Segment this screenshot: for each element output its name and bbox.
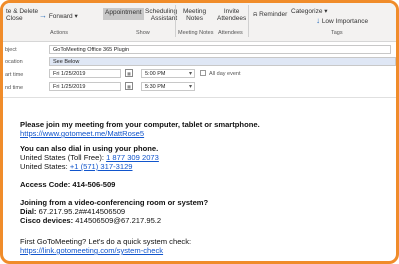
dial-heading: You can also dial in using your phone. [20,144,159,153]
attendees-label: Attendees [217,15,247,22]
subject-input[interactable]: GoToMeeting Office 365 Plugin [49,45,391,54]
form-divider [3,97,396,98]
us-phone-link[interactable]: +1 (571) 317-3129 [70,162,133,171]
reminder-button[interactable]: ⍾ Reminder [253,11,287,18]
assistant-label: Assistant [150,15,178,22]
forward-button[interactable]: → Forward ▾ [39,11,78,21]
room-heading: Joining from a video-conferencing room o… [20,198,209,207]
forward-label: Forward [48,13,73,20]
scheduling-assistant-button[interactable]: Scheduling Assistant [145,8,177,22]
join-heading: Please join my meeting from your compute… [20,120,260,129]
cisco-value: 414506509@67.217.95.2 [73,216,162,225]
delete-label: te & Delete [6,8,39,15]
invite-attendees-button[interactable]: Invite Attendees [217,8,246,22]
chevron-down-icon[interactable]: ▾ [189,83,192,90]
calendar-icon[interactable]: ▦ [125,69,133,77]
location-input[interactable]: See Below [49,57,396,66]
chevron-down-icon: ▾ [74,13,78,20]
close-label: Close [6,15,23,22]
calendar-icon[interactable]: ▦ [125,82,133,90]
invite-label: Invite [223,8,240,15]
us-tollfree-line: United States (Toll Free): 1 877 309 207… [20,153,159,162]
cisco-label: Cisco devices: [20,216,74,225]
delete-close-button[interactable]: te & Delete Close [6,8,38,22]
reminder-label: Reminder [259,11,288,18]
arrow-down-icon: ↓ [316,16,320,25]
end-date-input[interactable]: Fri 1/25/2019 [49,82,121,91]
group-label-show: Show [136,30,150,36]
group-label-meeting-notes: Meeting Notes [178,30,214,36]
notes-label: Notes [186,15,204,22]
categorize-button[interactable]: Categorize ▾ [291,8,328,15]
access-code: Access Code: 414-506-509 [20,180,116,189]
start-date-input[interactable]: Fri 1/25/2019 [49,69,121,78]
all-day-checkbox[interactable] [200,70,206,76]
ribbon: te & Delete Close → Forward ▾ Appointmen… [3,3,396,42]
join-link[interactable]: https://www.gotomeet.me/MattRose5 [20,129,144,138]
group-label-actions: Actions [50,30,69,36]
chevron-down-icon[interactable]: ▾ [189,70,192,77]
first-time-text: First GoToMeeting? Let's do a quick syst… [20,237,192,246]
scheduling-label: Scheduling [145,8,178,15]
appointment-label: Appointment [105,9,142,16]
all-day-label: All day event [209,71,241,77]
dial-line: Dial: 67.217.95.2##414506509 [20,207,125,216]
us-label: United States: [20,162,70,171]
low-importance-button[interactable]: ↓ Low Importance [316,16,369,26]
ribbon-separator [248,5,249,37]
dial-label: Dial: [20,207,37,216]
low-importance-label: Low Importance [321,18,369,25]
dial-value: 67.217.95.2##414506509 [36,207,126,216]
appointment-button[interactable]: Appointment [103,8,144,20]
ribbon-separator [175,5,176,37]
bell-icon: ⍾ [253,11,258,18]
outlook-appointment-window: te & Delete Close → Forward ▾ Appointmen… [0,0,399,264]
group-label-tags: Tags [331,30,343,36]
end-time-input[interactable]: 5:30 PM [141,82,195,91]
us-tollfree-link[interactable]: 1 877 309 2073 [106,153,159,162]
end-time-label: nd time [5,85,24,91]
meeting-notes-button[interactable]: Meeting Notes [183,8,206,22]
start-time-input[interactable]: 5:00 PM [141,69,195,78]
cisco-line: Cisco devices: 414506509@67.217.95.2 [20,216,161,225]
group-label-attendees: Attendees [218,30,243,36]
us-tollfree-label: United States (Toll Free): [20,153,107,162]
chevron-down-icon: ▾ [324,8,328,15]
system-check-link[interactable]: https://link.gotomeeting.com/system-chec… [20,246,163,255]
us-line: United States: +1 (571) 317-3129 [20,162,133,171]
categorize-label: Categorize [291,8,323,15]
start-time-label: art time [5,72,24,78]
subject-label: bject [5,47,17,53]
arrow-right-icon: → [39,11,47,20]
location-label: ocation [5,59,23,65]
meeting-label: Meeting [183,8,207,15]
